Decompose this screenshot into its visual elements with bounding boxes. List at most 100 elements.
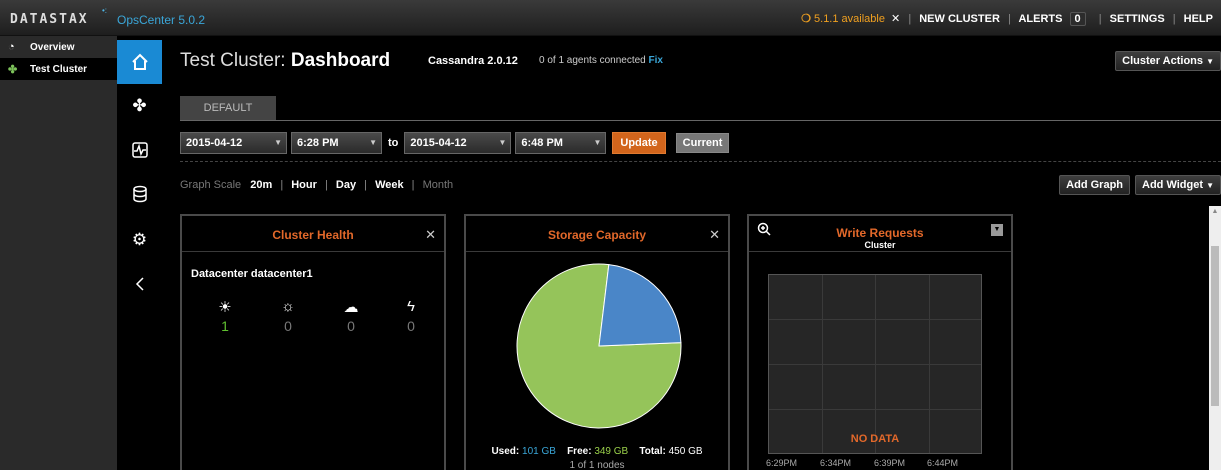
sidebar-item-label: Test Cluster	[30, 63, 88, 75]
nodes-icon[interactable]: ✤	[117, 84, 162, 128]
x-tick-label: 6:29PM	[766, 458, 798, 468]
zoom-icon[interactable]	[757, 222, 771, 239]
datastax-logo: DATASTAX	[10, 12, 89, 27]
write-requests-graph: NO DATA	[768, 274, 982, 454]
update-button[interactable]: Update	[612, 132, 666, 154]
chevron-down-icon: ▼	[1206, 57, 1214, 66]
agents-status: 0 of 1 agents connected Fix	[539, 55, 663, 66]
cluster-name: Test Cluster:	[180, 50, 286, 71]
partly-sunny-icon: ☼	[281, 298, 295, 315]
agents-status-text: 0 of 1 agents connected	[539, 55, 646, 66]
help-link[interactable]: HELP	[1184, 13, 1213, 25]
add-buttons: Add Graph Add Widget ▼	[1059, 175, 1221, 195]
from-date-select[interactable]: 2015-04-12 ▼	[180, 132, 287, 154]
settings-link[interactable]: SETTINGS	[1110, 13, 1165, 25]
cluster-actions-button[interactable]: Cluster Actions ▼	[1115, 51, 1221, 71]
divider: |	[1007, 13, 1011, 25]
to-date-value: 2015-04-12	[410, 137, 467, 149]
pie-slice-used	[598, 264, 682, 347]
x-tick-label: 6:39PM	[874, 458, 906, 468]
divider: |	[280, 179, 284, 191]
tabs-divider	[180, 120, 1221, 121]
update-icon: ❍	[801, 13, 811, 25]
add-graph-button[interactable]: Add Graph	[1059, 175, 1131, 195]
database-icon[interactable]	[117, 172, 162, 216]
health-stat: ϟ 0	[396, 298, 426, 334]
scale-option-month[interactable]: Month	[423, 179, 454, 191]
health-count: 0	[284, 318, 292, 334]
sidebar-item-test-cluster[interactable]: ✤ Test Cluster	[0, 58, 117, 80]
sidebar-item-overview[interactable]: ◔ Overview	[0, 36, 117, 58]
health-count: 0	[407, 318, 415, 334]
update-available-link[interactable]: 5.1.1 available	[814, 13, 885, 25]
free-value: 349 GB	[594, 446, 629, 457]
from-date-value: 2015-04-12	[186, 137, 243, 149]
divider: |	[411, 179, 415, 191]
widget-header: Write Requests Cluster ▼	[749, 216, 1011, 252]
graph-scale-label: Graph Scale	[180, 179, 242, 191]
health-count: 0	[347, 318, 355, 334]
used-value: 101 GB	[522, 446, 556, 457]
scale-option-20m[interactable]: 20m	[250, 179, 272, 191]
widget-menu-icon[interactable]: ▼	[991, 224, 1003, 236]
current-button[interactable]: Current	[675, 133, 730, 153]
page-name: Dashboard	[290, 50, 391, 71]
chevron-down-icon: ▼	[274, 138, 282, 147]
scale-option-week[interactable]: Week	[375, 179, 404, 191]
alerts-count-badge[interactable]: 0	[1069, 12, 1086, 26]
cassandra-version: Cassandra 2.0.12	[428, 55, 518, 67]
free-label: Free:	[567, 446, 592, 457]
top-bar: DATASTAX •: OpsCenter 5.0.2 ❍ 5.1.1 avai…	[0, 0, 1221, 36]
cluster-health-widget: Cluster Health ✕ Datacenter datacenter1 …	[180, 214, 446, 470]
health-count: 1	[221, 318, 229, 334]
grid-line	[769, 364, 981, 365]
close-icon[interactable]: ✕	[425, 216, 436, 254]
storage-legend: Used: 101 GB Free: 349 GB Total: 450 GB	[466, 446, 728, 457]
divider: |	[364, 179, 367, 191]
section-divider	[180, 161, 1221, 162]
x-tick-label: 6:34PM	[820, 458, 852, 468]
scrollbar-thumb[interactable]	[1211, 246, 1219, 406]
chevron-down-icon: ▼	[369, 138, 377, 147]
chevron-down-icon: ▼	[1206, 181, 1214, 190]
add-widget-button[interactable]: Add Widget ▼	[1135, 175, 1221, 195]
top-right-menu: ❍ 5.1.1 available ✕ | NEW CLUSTER | ALER…	[801, 12, 1213, 26]
x-tick-label: 6:44PM	[927, 458, 959, 468]
datacenter-label: Datacenter datacenter1	[191, 268, 313, 280]
collapse-icon[interactable]	[117, 262, 162, 306]
storage-capacity-widget: Storage Capacity ✕ Used: 101 GB Free: 34…	[464, 214, 730, 470]
scale-option-day[interactable]: Day	[336, 179, 356, 191]
new-cluster-link[interactable]: NEW CLUSTER	[919, 13, 1000, 25]
sun-icon: ☀	[218, 299, 232, 316]
close-icon[interactable]: ✕	[709, 216, 720, 254]
scroll-up-icon[interactable]: ▲	[1209, 206, 1221, 218]
to-time-select[interactable]: 6:48 PM ▼	[515, 132, 607, 154]
divider: |	[1098, 13, 1102, 25]
divider: |	[908, 13, 912, 25]
page-title: Test Cluster: Dashboard	[180, 50, 390, 72]
scale-option-hour[interactable]: Hour	[291, 179, 317, 191]
gauge-icon: ◔	[8, 41, 15, 53]
from-time-value: 6:28 PM	[297, 137, 339, 149]
from-time-select[interactable]: 6:28 PM ▼	[291, 132, 382, 154]
tab-default[interactable]: DEFAULT	[180, 96, 276, 121]
fix-link[interactable]: Fix	[649, 55, 663, 66]
storage-pie-chart	[516, 263, 682, 429]
chevron-down-icon: ▼	[498, 138, 507, 147]
widget-header: Storage Capacity ✕	[466, 216, 728, 252]
activity-icon[interactable]	[117, 128, 162, 172]
graph-scale: Graph Scale 20m | Hour | Day | Week | Mo…	[180, 179, 453, 191]
chevron-down-icon: ▼	[593, 138, 602, 147]
divider: |	[1172, 13, 1176, 25]
widget-subtitle: Cluster	[864, 240, 896, 250]
section-icon-bar: ✤ ⚙	[117, 36, 162, 470]
widget-title: Write Requests	[836, 226, 924, 240]
alerts-link[interactable]: ALERTS	[1018, 13, 1062, 25]
vertical-scrollbar[interactable]: ▲	[1209, 206, 1221, 470]
home-icon[interactable]	[117, 40, 162, 84]
gear-icon[interactable]: ⚙	[117, 218, 162, 262]
used-label: Used:	[491, 446, 520, 457]
to-date-select[interactable]: 2015-04-12 ▼	[404, 132, 512, 154]
dismiss-update-icon[interactable]: ✕	[891, 13, 900, 25]
widget-header: Cluster Health ✕	[182, 216, 444, 252]
